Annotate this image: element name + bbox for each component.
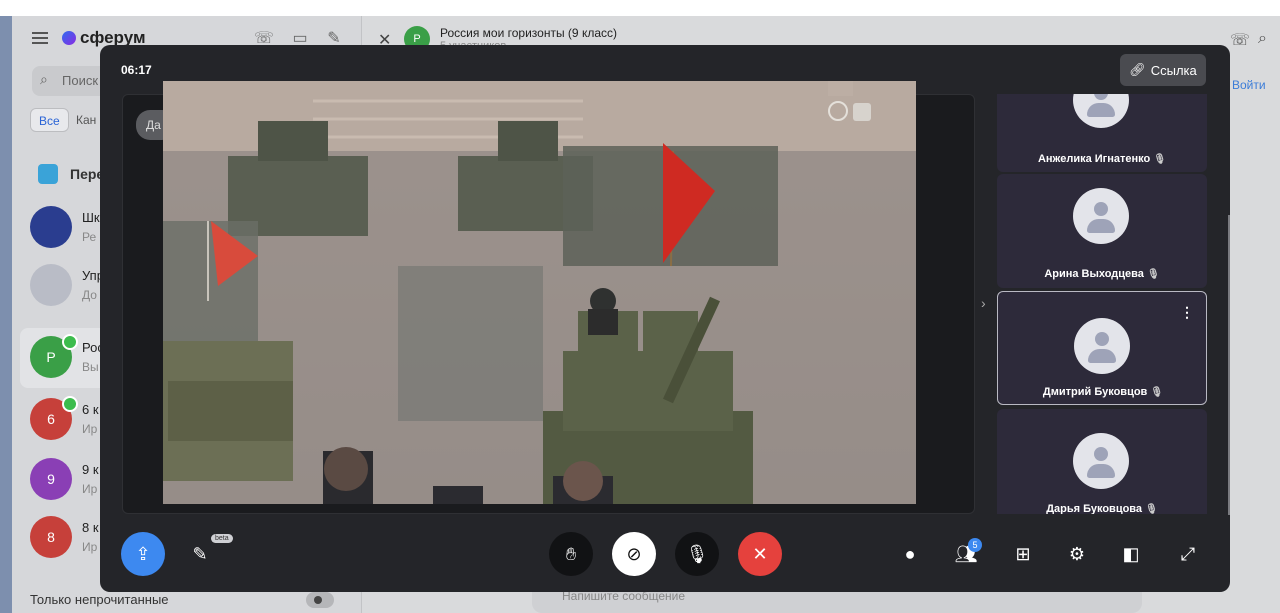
mic-muted-icon: 🎙︎	[1145, 504, 1158, 514]
raise-hand-button[interactable]: ✋︎	[549, 532, 593, 576]
section-header[interactable]: Пере	[38, 164, 104, 184]
chat-avatar	[30, 264, 72, 306]
logo-icon	[62, 31, 76, 45]
participants-count-badge: 5	[968, 538, 982, 552]
chat-preview: Ир	[82, 540, 98, 554]
phone-icon[interactable]: ☏	[1230, 30, 1250, 50]
mic-muted-icon: 🎙︎	[1150, 387, 1164, 398]
fullscreen-button[interactable]: ⤢	[1173, 539, 1203, 569]
participants-panel: Анжелика Игнатенко 🎙︎ Арина Выходцева 🎙︎…	[997, 94, 1207, 514]
mic-muted-icon: 🎙︎	[1153, 154, 1167, 165]
chat-avatar: 8	[30, 516, 72, 558]
chat-preview: Ре	[82, 230, 97, 244]
call-timer: 06:17	[121, 63, 152, 77]
desktop-edge	[0, 16, 12, 613]
participant-name: Анжелика Игнатенко 🎙︎	[1037, 153, 1167, 165]
mic-muted-icon: 🎙︎	[1146, 269, 1160, 280]
picture-in-picture-icon: ◧	[1122, 543, 1140, 564]
participant-name: Дарья Буковцова 🎙︎	[1046, 503, 1158, 514]
copy-link-button[interactable]: 🔗︎ Ссылка	[1120, 54, 1206, 86]
effects-icon: ✎	[192, 543, 208, 564]
end-call-icon: ✕	[752, 543, 768, 564]
chat-name: 9 к	[82, 462, 99, 477]
participant-tile[interactable]: Дарья Буковцова 🎙︎	[997, 409, 1207, 514]
main-video-stage: Да	[122, 81, 975, 514]
screen-share-icon: ⇪	[135, 543, 151, 564]
avatar	[1073, 433, 1129, 489]
chat-avatar	[30, 206, 72, 248]
raise-hand-icon: ✋︎	[565, 543, 577, 564]
participant-tile-active[interactable]: ⋮ Дмитрий Буковцов 🎙︎	[997, 291, 1207, 405]
participant-name: Дмитрий Буковцов 🎙︎	[1042, 386, 1164, 398]
camera-off-icon: ⊘	[626, 543, 642, 564]
grid-icon: ⊞	[1015, 543, 1031, 564]
call-active-icon	[62, 334, 78, 350]
section-icon	[38, 164, 58, 184]
gear-icon: ⚙︎	[1068, 543, 1086, 564]
participants-scrollbar[interactable]	[1228, 215, 1230, 515]
filter-all[interactable]: Все	[30, 108, 69, 132]
search-icon: ⌕	[40, 71, 48, 87]
fullscreen-icon: ⤢	[1180, 543, 1196, 564]
chat-avatar: 9	[30, 458, 72, 500]
link-icon: 🔗︎	[1129, 62, 1146, 77]
chat-header-title: Россия мои горизонты (9 класс)	[440, 26, 617, 40]
avatar	[1073, 94, 1129, 128]
search-icon[interactable]: ⌕	[1258, 30, 1267, 48]
chat-name: 6 к	[82, 402, 99, 417]
chat-button[interactable]: ●	[895, 539, 925, 569]
screen-share-video	[163, 81, 916, 504]
call-active-icon	[62, 396, 78, 412]
top-strip	[0, 0, 1280, 16]
collapse-panel-icon[interactable]: ›	[981, 295, 986, 311]
effects-button[interactable]: ✎	[185, 539, 215, 569]
chat-preview: Ир	[82, 482, 98, 496]
settings-button[interactable]: ⚙︎	[1062, 539, 1092, 569]
unread-only-toggle[interactable]	[306, 592, 334, 608]
microphone-icon: 🎙︎	[685, 543, 709, 564]
chat-icon: ●	[904, 543, 916, 564]
call-window: 06:17 🔗︎ Ссылка Да › Анжелика Игнатенко …	[100, 45, 1230, 592]
avatar	[1073, 188, 1129, 244]
screen-share-button[interactable]: ⇪	[121, 532, 165, 576]
join-call-link[interactable]: Войти	[1232, 78, 1266, 92]
participant-tile[interactable]: Анжелика Игнатенко 🎙︎	[997, 94, 1207, 172]
grid-view-button[interactable]: ⊞	[1008, 539, 1038, 569]
end-call-button[interactable]: ✕	[738, 532, 782, 576]
menu-icon[interactable]	[32, 32, 48, 44]
picture-in-picture-button[interactable]: ◧	[1116, 539, 1146, 569]
camera-toggle-button[interactable]: ⊘	[612, 532, 656, 576]
chat-preview: Вы	[82, 360, 99, 374]
avatar	[1074, 318, 1130, 374]
chat-name: Шк	[82, 210, 100, 225]
chat-preview: До	[82, 288, 97, 302]
beta-badge: beta	[211, 534, 233, 543]
chat-name: 8 к	[82, 520, 99, 535]
unread-only-label: Только непрочитанные	[30, 592, 169, 607]
filter-channels[interactable]: Кан	[68, 108, 104, 132]
chat-preview: Ир	[82, 422, 98, 436]
microphone-button[interactable]: 🎙︎	[675, 532, 719, 576]
more-options-icon[interactable]: ⋮	[1180, 304, 1194, 321]
participant-name: Арина Выходцева 🎙︎	[1044, 268, 1160, 280]
participant-tile[interactable]: Арина Выходцева 🎙︎	[997, 174, 1207, 288]
